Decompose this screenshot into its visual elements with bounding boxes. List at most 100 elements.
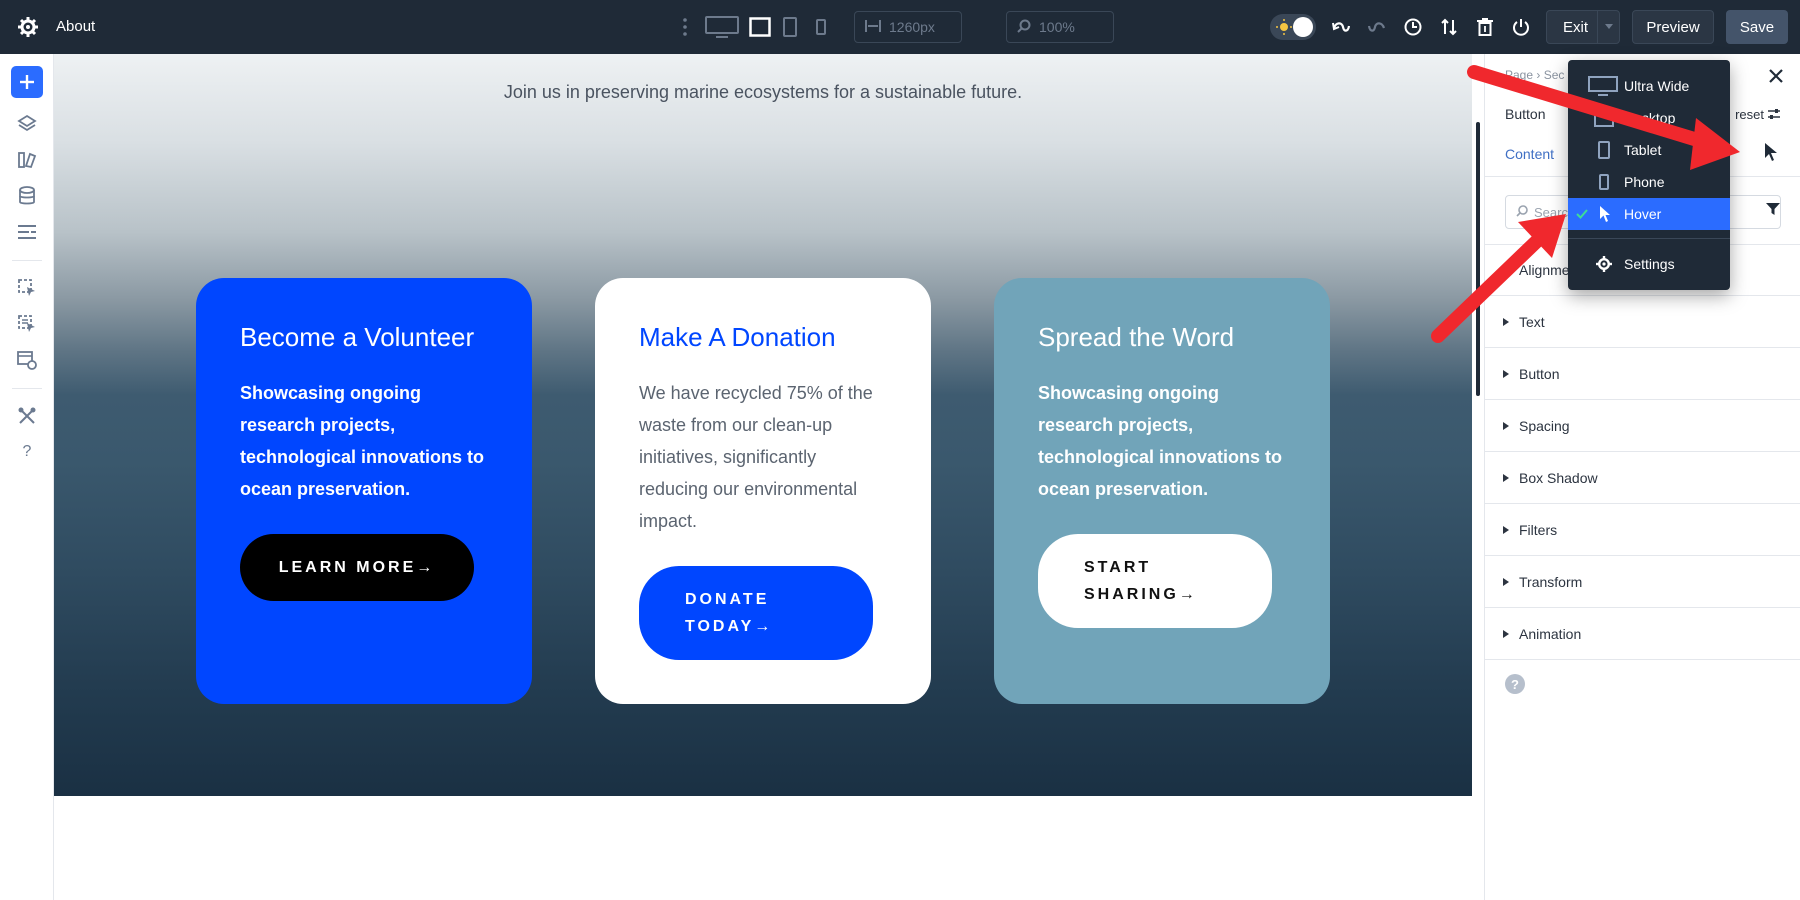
card-body: Showcasing ongoing research projects, te… — [240, 383, 485, 499]
section-label: Spacing — [1519, 418, 1570, 434]
hover-state-cursor-icon[interactable] — [1764, 142, 1778, 167]
preset-settings-icon — [1768, 107, 1780, 122]
history-icon[interactable] — [1402, 16, 1424, 38]
tab-content[interactable]: Content — [1505, 146, 1554, 162]
section-box-shadow[interactable]: Box Shadow — [1485, 453, 1800, 504]
section-button[interactable]: Button — [1485, 349, 1800, 400]
section-animation[interactable]: Animation — [1485, 609, 1800, 660]
sidebar-divider — [12, 388, 42, 389]
dropdown-item-hover[interactable]: Hover — [1568, 198, 1730, 230]
caret-right-icon — [1503, 474, 1509, 482]
gear-icon[interactable] — [16, 15, 40, 39]
multi-select-icon[interactable] — [13, 310, 41, 338]
add-icon[interactable] — [11, 66, 43, 98]
dropdown-label: Hover — [1624, 206, 1662, 222]
select-pointer-icon[interactable] — [13, 274, 41, 302]
undo-icon[interactable] — [1330, 16, 1352, 38]
filter-icon[interactable] — [1766, 202, 1780, 221]
breadcrumb: Page › Sec — [1505, 68, 1564, 82]
power-icon[interactable] — [1510, 16, 1532, 38]
section-label: Animation — [1519, 626, 1582, 642]
tools-icon[interactable] — [13, 402, 41, 430]
button-label-line2: SHARING→ — [1084, 586, 1198, 603]
dropdown-item-desktop[interactable]: Desktop — [1568, 102, 1730, 134]
canvas-scrollbar[interactable] — [1476, 122, 1480, 396]
theme-toggle[interactable] — [1270, 14, 1316, 40]
donate-today-button[interactable]: DONATE TODAY→ — [639, 566, 873, 660]
dropdown-divider — [1568, 238, 1730, 239]
top-toolbar: About 1260px 100% Exit Preview Save — [0, 0, 1800, 54]
page-title: About — [56, 18, 96, 35]
dropdown-label: Tablet — [1624, 142, 1662, 158]
tablet-view-icon[interactable] — [780, 14, 800, 40]
section-spacing[interactable]: Spacing — [1485, 401, 1800, 452]
desktop-view-icon[interactable] — [748, 14, 772, 40]
start-sharing-button[interactable]: START SHARING→ — [1038, 534, 1272, 628]
trash-icon[interactable] — [1474, 16, 1496, 38]
width-value: 1260px — [889, 19, 935, 35]
help-icon[interactable]: ? — [13, 438, 41, 466]
ocean-hero-section: Join us in preserving marine ecosystems … — [54, 54, 1472, 796]
preview-label: Preview — [1646, 18, 1700, 36]
card-body: Showcasing ongoing research projects, te… — [1038, 383, 1283, 499]
exit-button[interactable]: Exit — [1546, 10, 1620, 44]
donation-card[interactable]: Make A Donation We have recycled 75% of … — [595, 278, 931, 704]
dropdown-label: Settings — [1624, 256, 1675, 272]
save-button[interactable]: Save — [1726, 10, 1788, 44]
section-filters[interactable]: Filters — [1485, 505, 1800, 556]
caret-right-icon — [1503, 578, 1509, 586]
section-text[interactable]: Text — [1485, 297, 1800, 348]
section-label: Transform — [1519, 574, 1583, 590]
search-icon — [1516, 204, 1528, 220]
sun-icon — [1276, 19, 1292, 40]
redo-icon[interactable] — [1366, 16, 1388, 38]
button-label: LEARN MORE→ — [278, 558, 436, 576]
volunteer-card[interactable]: Become a Volunteer Showcasing ongoing re… — [196, 278, 532, 704]
dropdown-label: Phone — [1624, 174, 1665, 190]
preset-selector[interactable]: reset — [1731, 102, 1784, 126]
sort-arrows-icon[interactable] — [1438, 16, 1460, 38]
width-icon — [865, 19, 881, 35]
section-label: Filters — [1519, 522, 1558, 538]
breadcrumb-page[interactable]: Page — [1505, 68, 1533, 82]
dropdown-item-tablet[interactable]: Tablet — [1568, 134, 1730, 166]
left-sidebar: ? — [0, 54, 54, 900]
page-settings-icon[interactable] — [13, 346, 41, 374]
chevron-down-icon[interactable] — [1597, 11, 1619, 43]
section-transform[interactable]: Transform — [1485, 557, 1800, 608]
monitor-icon — [1588, 76, 1618, 96]
learn-more-button[interactable]: LEARN MORE→ — [240, 534, 474, 601]
dropdown-item-ultra-wide[interactable]: Ultra Wide — [1568, 70, 1730, 102]
library-icon[interactable] — [13, 146, 41, 174]
dropdown-item-phone[interactable]: Phone — [1568, 166, 1730, 198]
gear-icon — [1596, 256, 1626, 272]
save-label: Save — [1739, 18, 1775, 36]
more-vertical-icon[interactable] — [678, 17, 692, 37]
width-field[interactable]: 1260px — [854, 11, 962, 43]
dropdown-label: Desktop — [1624, 110, 1676, 126]
zoom-field[interactable]: 100% — [1006, 11, 1114, 43]
sidebar-divider — [12, 260, 42, 261]
zoom-icon — [1017, 19, 1031, 36]
caret-right-icon — [1503, 422, 1509, 430]
ultrawide-view-icon[interactable] — [704, 14, 740, 40]
spread-word-card[interactable]: Spread the Word Showcasing ongoing resea… — [994, 278, 1330, 704]
close-icon[interactable] — [1764, 64, 1788, 88]
section-label: Text — [1519, 314, 1545, 330]
section-label: Button — [1519, 366, 1560, 382]
zoom-value: 100% — [1039, 19, 1075, 35]
breadcrumb-section[interactable]: Sec — [1544, 68, 1565, 82]
phone-view-icon[interactable] — [812, 16, 830, 38]
card-body: We have recycled 75% of the waste from o… — [639, 383, 873, 531]
check-icon — [1576, 206, 1588, 222]
dropdown-item-settings[interactable]: Settings — [1568, 248, 1730, 280]
hero-tagline: Join us in preserving marine ecosystems … — [503, 82, 1023, 102]
database-icon[interactable] — [13, 182, 41, 210]
card-title: Make A Donation — [639, 322, 836, 352]
caret-right-icon — [1503, 630, 1509, 638]
list-lines-icon[interactable] — [13, 218, 41, 246]
layers-icon[interactable] — [13, 110, 41, 138]
help-circle-icon[interactable]: ? — [1505, 674, 1525, 694]
breadcrumb-separator: › — [1536, 68, 1541, 82]
preview-button[interactable]: Preview — [1632, 10, 1714, 44]
